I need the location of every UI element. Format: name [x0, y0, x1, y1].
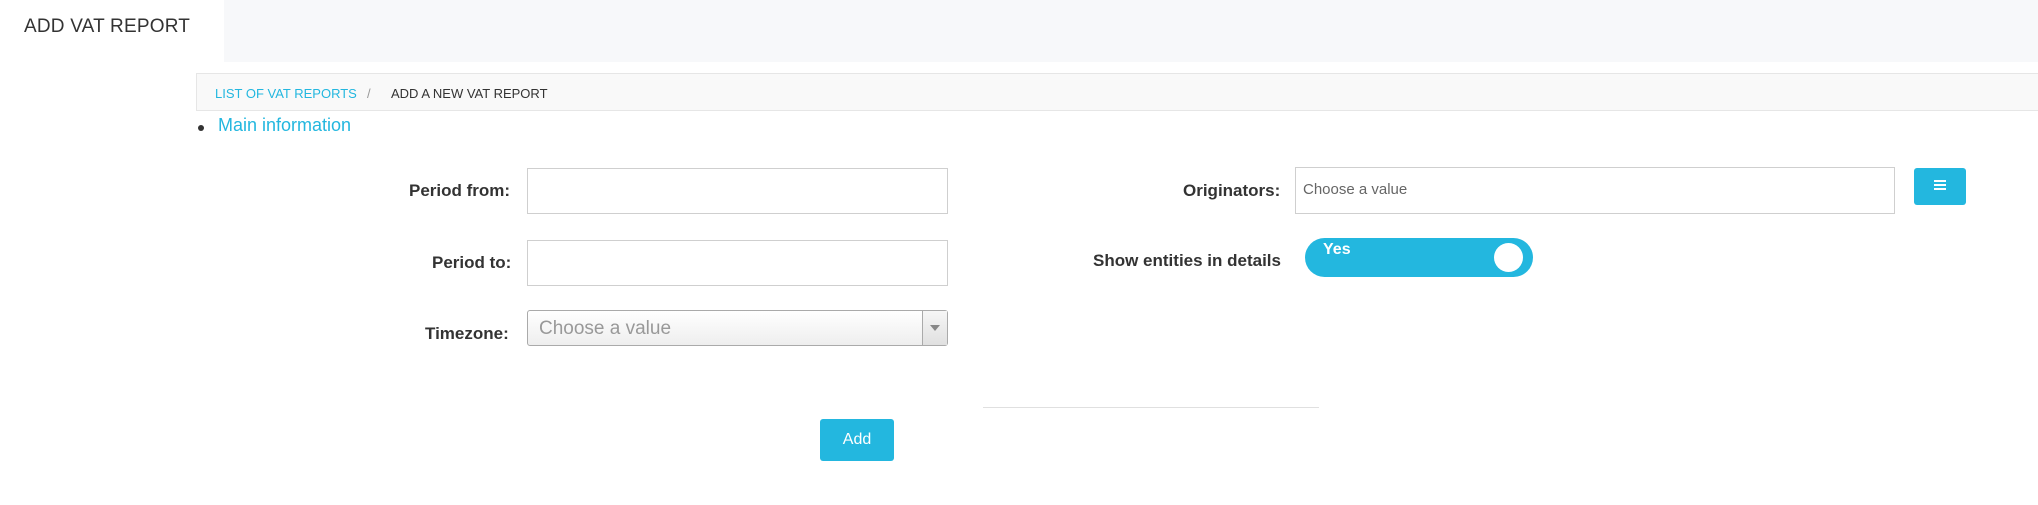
top-toolbar [224, 0, 2038, 62]
period-to-label: Period to: [432, 253, 512, 272]
originators-list-button[interactable] [1914, 168, 1966, 205]
show-entities-label: Show entities in details [1093, 251, 1281, 270]
originators-select[interactable]: Choose a value [1295, 167, 1895, 214]
bullet-icon [198, 125, 204, 131]
form-divider [983, 407, 1319, 408]
breadcrumb-link-vat-reports[interactable]: LIST OF VAT REPORTS [215, 86, 357, 101]
timezone-select[interactable]: Choose a value [527, 310, 948, 346]
caret-down-icon [930, 325, 940, 331]
period-to-input[interactable] [527, 240, 948, 286]
toggle-knob [1494, 243, 1523, 272]
add-button[interactable]: Add [820, 419, 894, 461]
period-from-label: Period from: [409, 181, 511, 200]
tab-main-information[interactable]: Main information [218, 115, 351, 136]
originators-label: Originators: [1183, 181, 1281, 200]
breadcrumb-current: ADD A NEW VAT REPORT [391, 86, 548, 101]
timezone-label: Timezone: [425, 324, 509, 343]
timezone-dropdown-toggle[interactable] [922, 311, 947, 345]
show-entities-toggle[interactable]: Yes [1305, 238, 1533, 277]
period-from-input[interactable] [527, 168, 948, 214]
originators-placeholder: Choose a value [1303, 181, 1408, 198]
timezone-placeholder: Choose a value [539, 318, 672, 339]
toggle-state-label: Yes [1323, 241, 1351, 258]
breadcrumb: LIST OF VAT REPORTS / ADD A NEW VAT REPO… [196, 73, 2038, 111]
page-title: ADD VAT REPORT [24, 16, 191, 37]
breadcrumb-separator: / [367, 86, 371, 101]
list-icon [1934, 180, 1946, 193]
